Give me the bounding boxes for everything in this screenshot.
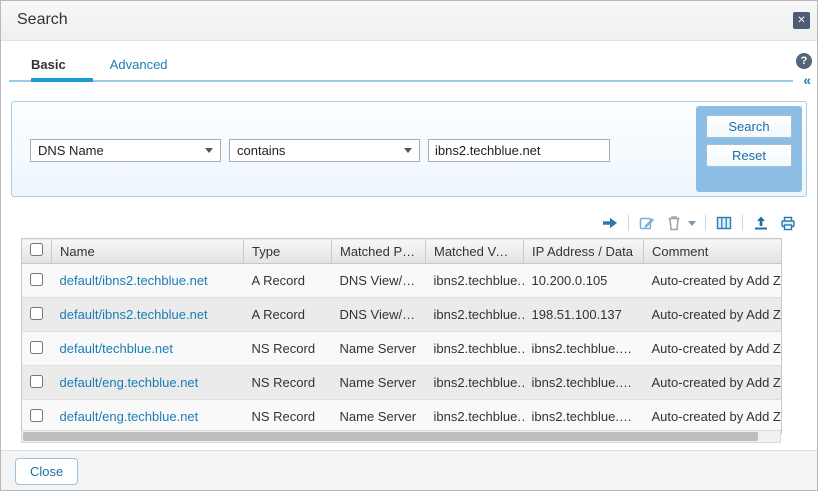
operator-select-value: contains [237, 143, 285, 158]
field-select-value: DNS Name [38, 143, 104, 158]
column-header-3[interactable]: Matched Value [426, 239, 524, 264]
cell-ip_address: 10.200.0.105 [524, 264, 644, 298]
toolbar-separator [628, 215, 629, 231]
row-checkbox-cell [22, 332, 52, 366]
cell-matched_property: DNS View/… [332, 298, 426, 332]
cell-type: NS Record [244, 332, 332, 366]
search-criteria-panel: DNS Name contains Search Reset [11, 101, 807, 197]
active-tab-underline [31, 78, 93, 82]
cell-comment: Auto-created by Add Zone [644, 332, 782, 366]
dialog-title: Search [17, 11, 68, 29]
operator-select[interactable]: contains [229, 139, 420, 162]
column-picker-icon[interactable] [715, 214, 733, 232]
column-header-1[interactable]: Type [244, 239, 332, 264]
dialog-footer: Close [1, 450, 817, 490]
search-dialog: Search ✕ Basic Advanced ? « DNS Name con… [0, 0, 818, 491]
collapse-icon[interactable]: « [803, 72, 811, 88]
cell-matched_value: ibns2.techblue.… [426, 400, 524, 434]
cell-ip_address: 198.51.100.137 [524, 298, 644, 332]
select-all-checkbox[interactable] [30, 243, 43, 256]
row-checkbox-cell [22, 264, 52, 298]
cell-name[interactable]: default/eng.techblue.net [52, 400, 244, 434]
table-row[interactable]: default/ibns2.techblue.netA RecordDNS Vi… [22, 264, 782, 298]
search-button[interactable]: Search [706, 115, 792, 138]
select-all-header [22, 239, 52, 264]
row-checkbox-cell [22, 366, 52, 400]
horizontal-scrollbar-thumb[interactable] [23, 432, 758, 441]
edit-icon[interactable] [638, 214, 656, 232]
cell-matched_property: Name Server [332, 400, 426, 434]
print-icon[interactable] [779, 214, 797, 232]
results-tbody: default/ibns2.techblue.netA RecordDNS Vi… [22, 264, 782, 434]
cell-type: NS Record [244, 366, 332, 400]
delete-icon[interactable] [665, 214, 683, 232]
row-checkbox[interactable] [30, 341, 43, 354]
cell-name[interactable]: default/eng.techblue.net [52, 366, 244, 400]
table-row[interactable]: default/eng.techblue.netNS RecordName Se… [22, 400, 782, 434]
cell-ip_address: ibns2.techblue.… [524, 332, 644, 366]
cell-type: A Record [244, 298, 332, 332]
cell-matched_property: Name Server [332, 366, 426, 400]
cell-comment: Auto-created by Add Zone [644, 298, 782, 332]
column-header-4[interactable]: IP Address / Data [524, 239, 644, 264]
close-icon[interactable]: ✕ [793, 12, 810, 29]
column-header-2[interactable]: Matched Pr… [332, 239, 426, 264]
toolbar-separator [742, 215, 743, 231]
export-icon[interactable] [752, 214, 770, 232]
row-checkbox-cell [22, 298, 52, 332]
horizontal-scrollbar[interactable] [21, 430, 781, 443]
cell-name[interactable]: default/ibns2.techblue.net [52, 264, 244, 298]
tab-bar: Basic Advanced [31, 57, 168, 72]
tab-basic[interactable]: Basic [31, 57, 66, 72]
table-header-row: NameTypeMatched Pr…Matched ValueIP Addre… [22, 239, 782, 264]
delete-menu-caret-icon[interactable] [688, 221, 696, 226]
tab-baseline [9, 80, 793, 82]
cell-name[interactable]: default/techblue.net [52, 332, 244, 366]
column-header-5[interactable]: Comment [644, 239, 782, 264]
chevron-down-icon [404, 148, 412, 153]
row-checkbox[interactable] [30, 375, 43, 388]
help-icon[interactable]: ? [796, 53, 812, 69]
cell-ip_address: ibns2.techblue.… [524, 400, 644, 434]
cell-matched_value: ibns2.techblue.… [426, 264, 524, 298]
search-buttons-panel: Search Reset [696, 106, 802, 192]
table-row[interactable]: default/ibns2.techblue.netA RecordDNS Vi… [22, 298, 782, 332]
row-checkbox[interactable] [30, 307, 43, 320]
field-select[interactable]: DNS Name [30, 139, 221, 162]
cell-type: NS Record [244, 400, 332, 434]
table-row[interactable]: default/techblue.netNS RecordName Server… [22, 332, 782, 366]
cell-name[interactable]: default/ibns2.techblue.net [52, 298, 244, 332]
cell-comment: Auto-created by Add Zone [644, 400, 782, 434]
cell-comment: Auto-created by Add Zone [644, 264, 782, 298]
column-header-0[interactable]: Name [52, 239, 244, 264]
row-checkbox-cell [22, 400, 52, 434]
close-button[interactable]: Close [15, 458, 78, 485]
toolbar-separator [705, 215, 706, 231]
cell-type: A Record [244, 264, 332, 298]
reset-button[interactable]: Reset [706, 144, 792, 167]
results-table: NameTypeMatched Pr…Matched ValueIP Addre… [21, 238, 782, 434]
dialog-header: Search ✕ [1, 1, 817, 41]
search-form-row: DNS Name contains [30, 139, 610, 162]
row-checkbox[interactable] [30, 273, 43, 286]
cell-matched_value: ibns2.techblue.… [426, 332, 524, 366]
chevron-down-icon [205, 148, 213, 153]
cell-matched_value: ibns2.techblue.… [426, 298, 524, 332]
cell-comment: Auto-created by Add Zone [644, 366, 782, 400]
go-arrow-icon[interactable] [601, 214, 619, 232]
cell-matched_value: ibns2.techblue.… [426, 366, 524, 400]
tab-advanced[interactable]: Advanced [110, 57, 168, 72]
cell-matched_property: DNS View/… [332, 264, 426, 298]
search-query-input[interactable] [428, 139, 610, 162]
results-toolbar [601, 212, 797, 234]
table-row[interactable]: default/eng.techblue.netNS RecordName Se… [22, 366, 782, 400]
cell-ip_address: ibns2.techblue.… [524, 366, 644, 400]
cell-matched_property: Name Server [332, 332, 426, 366]
row-checkbox[interactable] [30, 409, 43, 422]
